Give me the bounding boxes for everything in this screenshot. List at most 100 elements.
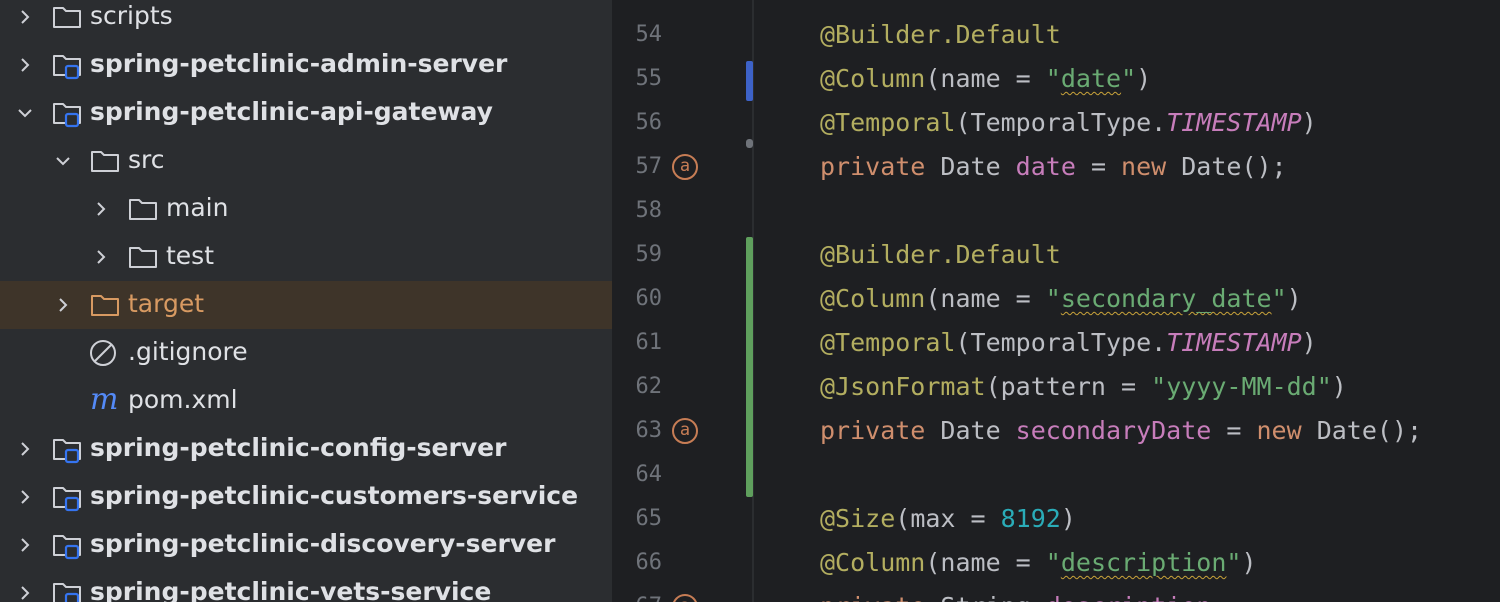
chevron-right-icon[interactable] [14,534,36,556]
tree-item-spring-petclinic-vets-service[interactable]: spring-petclinic-vets-service [0,569,612,602]
line-number: 63 [635,418,663,443]
code-token: @JsonFormat [820,372,986,401]
lombok-annotation-icon[interactable]: a [672,594,698,602]
code-token: (TemporalType. [955,108,1167,137]
code-line[interactable]: @JsonFormat(pattern = "yyyy-MM-dd") [820,365,1347,409]
tree-item-label: spring-petclinic-api-gateway [90,97,493,126]
code-token: (name = [925,284,1046,313]
ignore-file-icon [88,338,122,368]
code-token: description [1046,592,1212,602]
chevron-right-icon[interactable] [14,486,36,508]
svg-text:m: m [90,386,118,416]
chevron-down-icon[interactable] [14,102,36,124]
code-token: (name = [925,548,1046,577]
code-line[interactable]: private Date secondaryDate = new Date(); [820,409,1422,453]
maven-icon: m [88,382,122,417]
tree-item-label: main [166,193,229,222]
tree-item-spring-petclinic-customers-service[interactable]: spring-petclinic-customers-service [0,473,612,521]
code-token: " [1045,284,1061,313]
code-token: ) [1241,548,1257,577]
chevron-right-icon[interactable] [90,246,112,268]
line-number: 62 [635,374,663,399]
code-token: ) [1286,284,1302,313]
module-folder-icon [50,578,84,602]
code-token: TIMESTAMP [1166,328,1302,357]
tree-item-spring-petclinic-config-server[interactable]: spring-petclinic-config-server [0,425,612,473]
code-token: @Column [820,548,926,577]
code-line[interactable]: @Size(max = 8192) [820,497,1076,541]
chevron-right-icon[interactable] [90,198,112,220]
code-line[interactable]: @Temporal(TemporalType.TIMESTAMP) [820,101,1317,145]
tree-item-spring-petclinic-admin-server[interactable]: spring-petclinic-admin-server [0,41,612,89]
code-token: new [1256,416,1302,445]
chevron-right-icon[interactable] [14,582,36,602]
added-lines-marker[interactable] [746,237,753,497]
code-token: Date(); [1166,152,1287,181]
code-token: @Temporal [820,328,956,357]
code-token: Date [925,416,1016,445]
project-tree: scripts spring-petclinic-admin-server spri… [0,0,612,602]
tree-item-label: spring-petclinic-vets-service [90,577,492,602]
code-token: new [1121,152,1167,181]
code-editor[interactable]: 54 @Builder.Default 55 @Column(name = "date… [612,0,1500,602]
tree-item-label: target [128,289,205,318]
tree-item-gitignore[interactable]: .gitignore [0,329,612,377]
tree-item-main[interactable]: main [0,185,612,233]
code-line[interactable]: @Builder.Default [820,13,1061,57]
lombok-annotation-icon[interactable]: a [672,418,698,444]
tree-item-target[interactable]: target [0,281,612,329]
code-token: @Builder.Default [820,20,1061,49]
code-line[interactable]: private Date date = new Date(); [820,145,1287,189]
code-token: ) [1301,328,1317,357]
deleted-line-marker[interactable] [746,139,753,148]
code-token: (TemporalType. [955,328,1167,357]
chevron-right-icon[interactable] [14,438,36,460]
tree-item-spring-petclinic-api-gateway[interactable]: spring-petclinic-api-gateway [0,89,612,137]
tree-item-test[interactable]: test [0,233,612,281]
tree-item-label: test [166,241,215,270]
tree-item-scripts[interactable]: scripts [0,0,612,41]
code-token: description [1060,548,1227,577]
line-number: 58 [635,198,663,223]
code-token: " [1271,284,1287,313]
folder-icon [88,146,122,176]
code-line[interactable]: @Builder.Default [820,233,1061,277]
tree-item-spring-petclinic-discovery-server[interactable]: spring-petclinic-discovery-server [0,521,612,569]
code-token: "yyyy-MM-dd" [1151,372,1332,401]
line-number: 57 [635,154,663,179]
code-token: secondaryDate [1015,416,1212,445]
code-token: @Size [820,504,896,533]
lombok-annotation-icon[interactable]: a [672,154,698,180]
line-number: 61 [635,330,663,355]
code-token: @Temporal [820,108,956,137]
modified-line-marker[interactable] [746,61,753,101]
code-token: = [1075,152,1122,181]
code-token: " [1121,64,1137,93]
chevron-right-icon[interactable] [14,6,36,28]
tree-item-src[interactable]: src [0,137,612,185]
chevron-right-icon[interactable] [14,54,36,76]
code-token: private [820,152,926,181]
code-line[interactable]: @Temporal(TemporalType.TIMESTAMP) [820,321,1317,365]
tree-item-pom-xml[interactable]: m pom.xml [0,377,612,425]
folder-icon [126,194,160,224]
tree-item-label: spring-petclinic-admin-server [90,49,508,78]
line-number: 55 [635,66,663,91]
code-token: ) [1060,504,1076,533]
chevron-right-icon[interactable] [52,294,74,316]
code-token: String [925,592,1045,602]
code-line[interactable]: @Column(name = "secondary_date") [820,277,1302,321]
code-token: ; [1211,592,1226,602]
code-token: = [1211,416,1257,445]
tree-item-label: .gitignore [128,337,248,366]
code-token: (name = [925,64,1046,93]
code-token: TIMESTAMP [1166,108,1302,137]
chevron-down-icon[interactable] [52,150,74,172]
code-line[interactable]: private String description; [820,585,1226,602]
code-token: private [820,592,925,602]
folder-icon [50,2,84,32]
line-number: 56 [635,110,663,135]
code-line[interactable]: @Column(name = "description") [820,541,1257,585]
code-line[interactable]: @Column(name = "date") [820,57,1151,101]
code-token: ) [1301,108,1317,137]
